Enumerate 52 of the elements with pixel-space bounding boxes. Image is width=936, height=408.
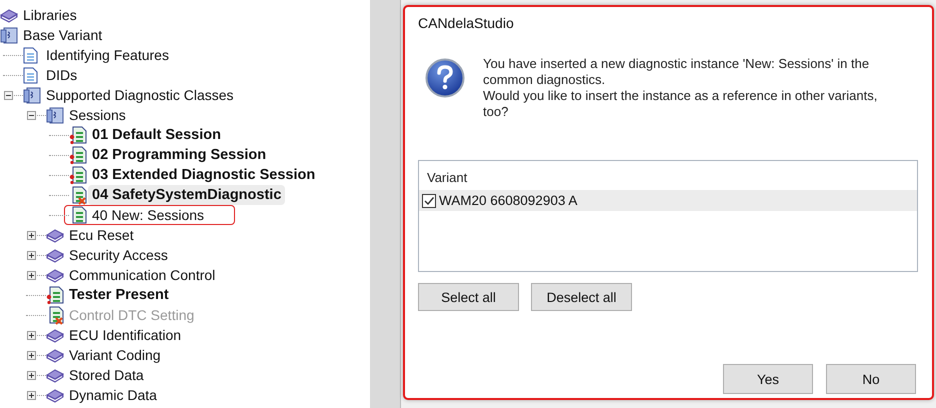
- tree-item[interactable]: Communication Control: [65, 265, 220, 285]
- binder-icon: [23, 86, 41, 104]
- dialog-message: Would you like to insert the instance as a reference in other variants, too?: [483, 88, 878, 120]
- expander-icon[interactable]: [27, 230, 36, 240]
- binder-icon: [46, 106, 64, 124]
- tree-item[interactable]: Supported Diagnostic Classes: [42, 85, 238, 105]
- tree-item[interactable]: Libraries: [19, 5, 81, 25]
- dialog-message: You have inserted a new diagnostic instance 'New: Sessions' in the common diagnostics.: [483, 56, 870, 88]
- question-icon: [425, 58, 465, 98]
- book-icon: [46, 247, 64, 263]
- tree-item[interactable]: 02 Programming Session: [88, 145, 270, 165]
- tree-item[interactable]: Stored Data: [65, 365, 148, 385]
- binder-icon: [0, 26, 18, 44]
- dialog-title: CANdelaStudio: [418, 14, 515, 31]
- book-icon: [46, 267, 64, 283]
- tree-item[interactable]: DIDs: [42, 65, 82, 85]
- list-action-button[interactable]: Deselect all: [531, 283, 632, 311]
- tree-item[interactable]: ECU Identification: [65, 325, 186, 345]
- tree-item[interactable]: 04 SafetySystemDiagnostic: [88, 185, 286, 205]
- dialog-button[interactable]: No: [826, 364, 916, 394]
- expander-icon[interactable]: [27, 270, 36, 280]
- document-icon: [23, 46, 38, 64]
- book-icon: [46, 227, 64, 243]
- expander-icon[interactable]: [4, 90, 13, 100]
- tree-item[interactable]: 40 New: Sessions: [64, 205, 236, 225]
- variant-name: WAM20 6608092903 A: [439, 193, 578, 208]
- variant-row[interactable]: WAM20 6608092903 A: [419, 190, 917, 211]
- expander-icon[interactable]: [27, 250, 36, 260]
- tree-item[interactable]: Identifying Features: [42, 45, 173, 65]
- expander-icon[interactable]: [27, 390, 36, 400]
- book-icon: [46, 347, 64, 363]
- tree-item[interactable]: Tester Present: [65, 285, 173, 305]
- list-action-button[interactable]: Select all: [418, 283, 519, 311]
- checkbox[interactable]: [422, 194, 436, 208]
- book-icon: [46, 327, 64, 343]
- book-icon: [46, 387, 64, 403]
- tree-item[interactable]: Ecu Reset: [65, 225, 138, 245]
- expander-icon[interactable]: [27, 330, 36, 340]
- expander-icon[interactable]: [27, 350, 36, 360]
- column-header: Variant: [426, 169, 468, 187]
- tree-item[interactable]: 03 Extended Diagnostic Session: [88, 165, 320, 185]
- tree-item[interactable]: Base Variant: [19, 25, 106, 45]
- tree-item[interactable]: 01 Default Session: [88, 125, 225, 145]
- tree-item[interactable]: Dynamic Data: [65, 385, 161, 405]
- dialog-button[interactable]: Yes: [723, 364, 813, 394]
- expander-icon[interactable]: [27, 370, 36, 380]
- document-icon: [23, 66, 38, 84]
- tree-item[interactable]: Sessions: [65, 105, 130, 125]
- tree-item[interactable]: Security Access: [65, 245, 172, 265]
- book-icon: [46, 367, 64, 383]
- tree-item[interactable]: Variant Coding: [65, 345, 165, 365]
- expander-icon[interactable]: [27, 110, 36, 120]
